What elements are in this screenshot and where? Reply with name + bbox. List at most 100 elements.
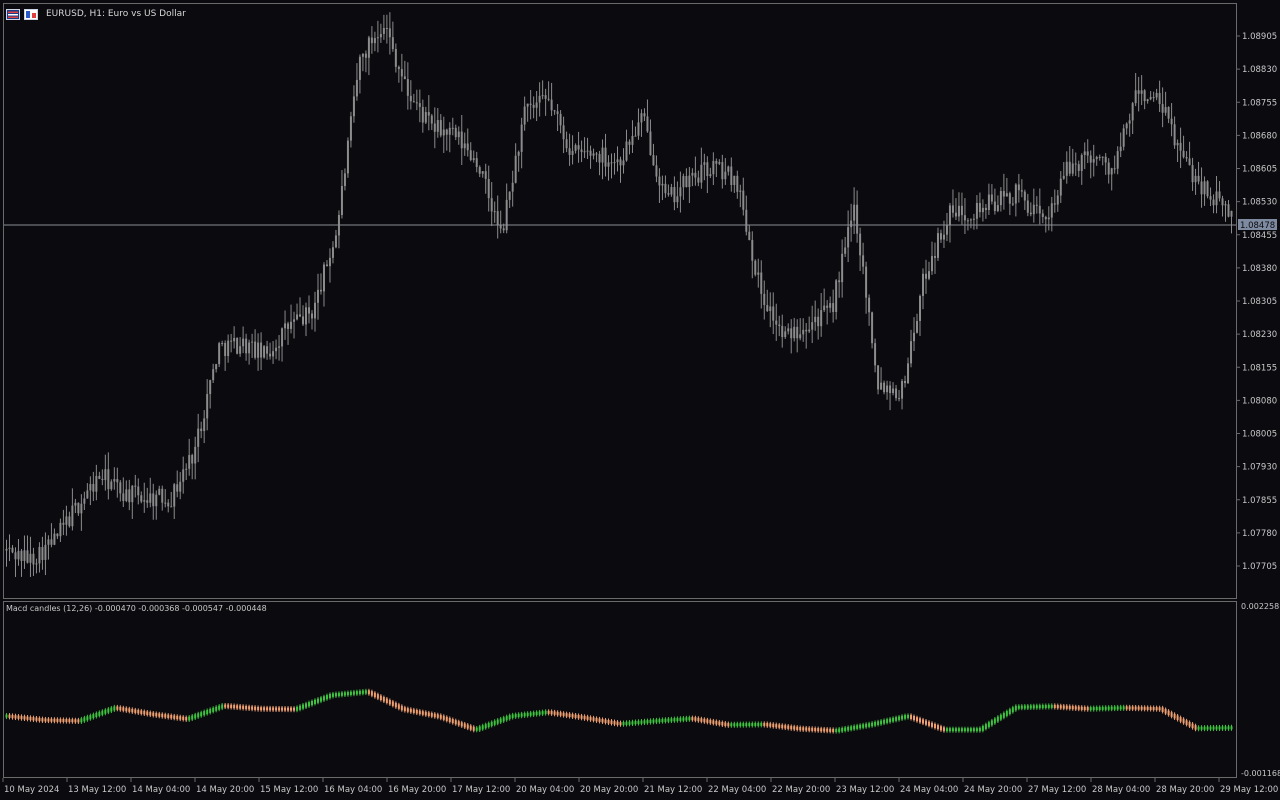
price-axis[interactable]: 1.08905 1.08830 1.08755 1.08680 1.08605 1.085… [1236, 32, 1277, 572]
price-candle [574, 145, 577, 151]
macd-candle [239, 705, 242, 709]
macd-candle [984, 724, 987, 729]
macd-candle [1008, 709, 1011, 715]
price-candle [131, 485, 134, 503]
macd-candle [197, 713, 200, 718]
macd-candle [71, 719, 74, 723]
price-candle [248, 342, 251, 354]
macd-candle [385, 698, 388, 703]
time-tick-label: 28 May 20:00 [1156, 785, 1214, 795]
price-candle [44, 544, 47, 560]
price-candle [334, 235, 337, 248]
macd-candle [535, 711, 538, 716]
price-candle [454, 127, 457, 138]
price-candle [607, 162, 610, 167]
price-candle [1104, 156, 1107, 163]
one-click-trading-icon[interactable] [24, 8, 38, 20]
macd-candle [257, 706, 260, 711]
macd-candle [337, 692, 340, 697]
price-tick-label: 1.08080 [1242, 396, 1277, 406]
price-candle [886, 385, 889, 393]
price-candle [173, 484, 176, 507]
price-candle [263, 346, 266, 358]
macd-candle [128, 708, 131, 712]
macd-candle [999, 714, 1002, 720]
price-candle [502, 228, 505, 231]
chart-menu-icon[interactable] [6, 8, 20, 20]
macd-candle [1089, 707, 1092, 711]
macd-candle [194, 714, 197, 719]
macd-candle [98, 711, 101, 716]
price-candle [463, 143, 466, 149]
price-candle [197, 428, 200, 447]
price-candle [89, 483, 92, 491]
price-candle [547, 98, 550, 100]
price-candle [1158, 92, 1161, 105]
macd-candle [1086, 707, 1089, 711]
price-candle [367, 37, 370, 58]
price-candle [116, 479, 119, 483]
price-candle [586, 150, 589, 152]
price-candle [523, 106, 526, 125]
macd-candle [134, 709, 137, 713]
price-candle [490, 198, 493, 212]
price-candle [397, 66, 400, 70]
macd-candle [817, 728, 820, 732]
price-candle [520, 124, 523, 152]
macd-candle [814, 727, 817, 732]
price-tick-label: 1.07780 [1242, 529, 1277, 539]
price-candle [538, 95, 541, 103]
price-candle [98, 475, 101, 479]
price-candle [913, 332, 916, 342]
time-tick-label: 16 May 20:00 [388, 785, 446, 795]
time-tick-label: 21 May 12:00 [644, 785, 702, 795]
price-candle [430, 115, 433, 124]
price-candle [290, 321, 293, 329]
price-candle [787, 328, 790, 332]
price-candle [619, 159, 622, 166]
macd-candle [391, 701, 394, 706]
macd-candle [802, 727, 805, 731]
price-candle [1107, 162, 1110, 175]
price-candle [892, 388, 895, 394]
indicator-axis[interactable]: 0.002258 -0.001168 [1241, 602, 1280, 778]
price-candle [718, 162, 721, 164]
price-candle [346, 140, 349, 174]
macd-candle [649, 719, 652, 724]
chart-canvas[interactable]: 1.08905 1.08830 1.08755 1.08680 1.08605 1.085… [0, 0, 1280, 800]
macd-candle [1059, 705, 1062, 709]
macd-candle [41, 718, 44, 722]
price-candle [245, 338, 248, 354]
macd-candle [472, 726, 475, 731]
macd-candle [805, 727, 808, 731]
macd-candle [865, 723, 868, 728]
price-candle [942, 234, 945, 240]
time-tick-label: 13 May 12:00 [68, 785, 126, 795]
macd-candle [700, 718, 703, 722]
price-candle [1161, 104, 1164, 113]
time-axis[interactable]: 10 May 2024 13 May 12:00 14 May 04:00 14 Ma… [2, 778, 1278, 795]
macd-candle [1200, 726, 1203, 730]
macd-candle [499, 718, 502, 723]
macd-candle [628, 721, 631, 725]
macd-candle [230, 704, 233, 709]
price-candle [895, 388, 898, 399]
macd-candle [248, 706, 251, 710]
macd-candle [475, 727, 478, 731]
price-tick-label: 1.07855 [1242, 496, 1277, 506]
macd-candle [541, 711, 544, 715]
chart-window[interactable]: 1.08905 1.08830 1.08755 1.08680 1.08605 1.085… [0, 0, 1280, 800]
price-candle [877, 365, 880, 390]
price-candle [820, 310, 823, 327]
price-candle [865, 266, 868, 298]
price-candle [679, 187, 682, 197]
macd-candle [667, 718, 670, 722]
macd-candle [787, 725, 790, 729]
price-candle [325, 264, 328, 267]
macd-candle [433, 713, 436, 718]
price-candle [394, 48, 397, 67]
macd-candle [1134, 706, 1137, 710]
price-candle [293, 319, 296, 322]
macd-candle [808, 727, 811, 731]
time-tick-label: 24 May 04:00 [900, 785, 958, 795]
